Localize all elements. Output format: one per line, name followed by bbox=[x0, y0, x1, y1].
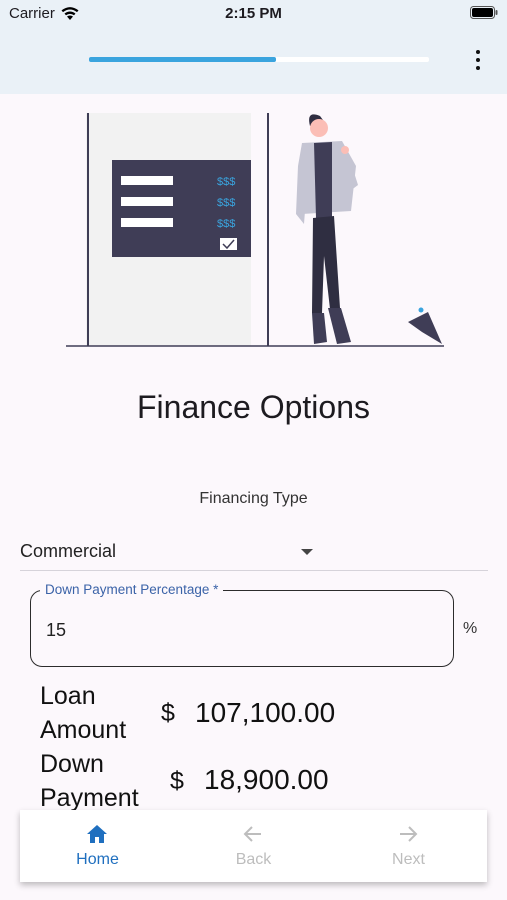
bottom-navigation: Home Back Next bbox=[20, 810, 487, 882]
arrow-left-icon bbox=[243, 826, 261, 842]
down-payment-percentage-field[interactable]: Down Payment Percentage * 15 bbox=[30, 582, 454, 667]
more-vert-icon bbox=[476, 50, 480, 54]
loan-amount-currency: $ bbox=[161, 699, 175, 727]
nav-back-label: Back bbox=[235, 851, 272, 868]
home-icon bbox=[87, 825, 107, 843]
financing-type-label: Financing Type bbox=[199, 490, 308, 507]
price-label: $$$ bbox=[217, 218, 235, 230]
arrow-right-icon bbox=[400, 826, 418, 842]
progress-fill bbox=[89, 57, 276, 62]
finance-illustration: $$$ $$$ $$$ bbox=[66, 113, 444, 347]
nav-home-label: Home bbox=[76, 851, 119, 868]
nav-home-button[interactable]: Home bbox=[20, 810, 175, 882]
financing-type-value: Commercial bbox=[20, 541, 117, 561]
down-payment-percentage-input[interactable]: 15 bbox=[46, 620, 66, 641]
percent-suffix: % bbox=[463, 620, 478, 637]
page-title: Finance Options bbox=[136, 389, 370, 425]
person-figure bbox=[296, 114, 358, 344]
nav-back-button[interactable]: Back bbox=[176, 810, 331, 882]
more-options-button[interactable] bbox=[466, 48, 490, 72]
price-label: $$$ bbox=[217, 197, 235, 209]
status-time: 2:15 PM bbox=[225, 5, 282, 22]
nav-next-button[interactable]: Next bbox=[331, 810, 486, 882]
status-bar: Carrier 2:15 PM bbox=[0, 0, 507, 30]
battery-icon bbox=[470, 6, 498, 19]
app-bar bbox=[0, 30, 507, 94]
chevron-down-icon[interactable] bbox=[301, 549, 313, 555]
down-payment-value: 18,900.00 bbox=[204, 764, 329, 795]
loan-amount-value: 107,100.00 bbox=[195, 697, 336, 728]
price-label: $$$ bbox=[217, 176, 235, 188]
down-payment-currency: $ bbox=[170, 767, 184, 795]
nav-next-label: Next bbox=[392, 851, 425, 868]
loan-amount-label: Loan Amount bbox=[40, 682, 127, 744]
down-payment-percentage-label: Down Payment Percentage * bbox=[40, 582, 224, 597]
plant-icon bbox=[408, 312, 442, 344]
progress-bar bbox=[89, 57, 429, 62]
financing-type-select[interactable]: Commercial bbox=[20, 532, 488, 571]
down-payment-label: Down Payment bbox=[40, 750, 139, 812]
